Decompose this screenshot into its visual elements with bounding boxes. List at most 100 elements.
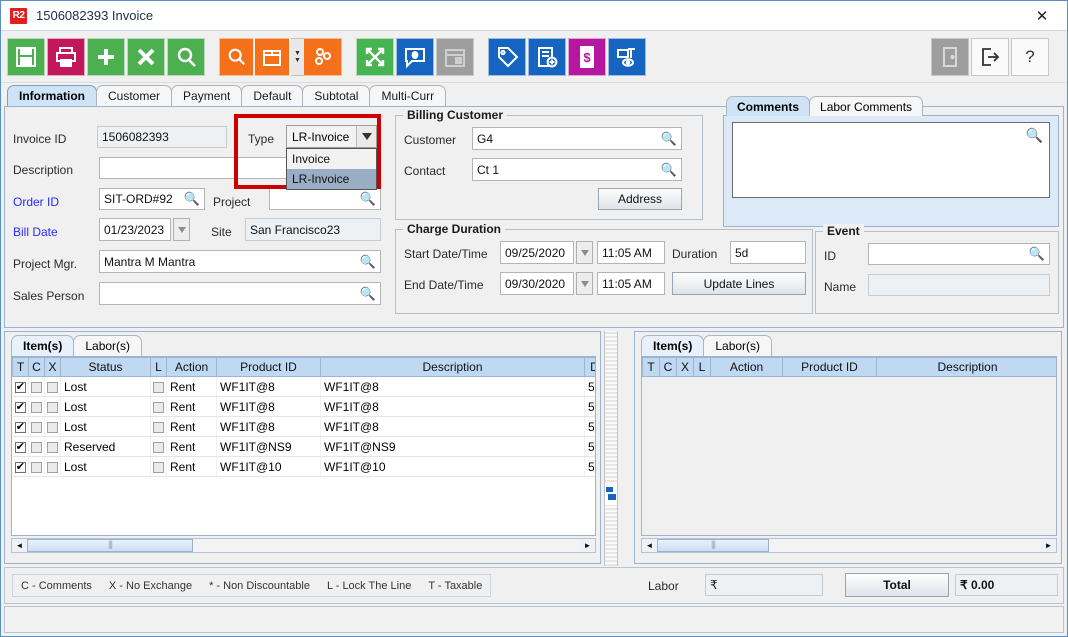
cell-product-id[interactable]: WF1IT@8 bbox=[217, 377, 321, 397]
start-date-dropdown-button[interactable] bbox=[576, 241, 593, 264]
product-options-spinner[interactable]: ▼ ▼ bbox=[291, 38, 304, 76]
table-row[interactable]: Reserved Rent WF1IT@NS9 WF1IT@NS9 50 bbox=[13, 437, 597, 457]
order-id-field[interactable]: SIT-ORD#92 🔍 bbox=[99, 188, 205, 210]
cell-c[interactable] bbox=[29, 377, 45, 397]
cell-product-id[interactable]: WF1IT@10 bbox=[217, 457, 321, 477]
left-scroll-track[interactable] bbox=[27, 539, 580, 552]
kit-button[interactable] bbox=[304, 38, 342, 76]
checkbox-no-exchange[interactable] bbox=[47, 402, 58, 413]
type-combobox[interactable]: LR-Invoice bbox=[286, 125, 377, 148]
end-date-dropdown-button[interactable] bbox=[576, 272, 593, 295]
sales-person-field[interactable]: 🔍 bbox=[99, 282, 381, 305]
bill-date-label[interactable]: Bill Date bbox=[13, 225, 58, 239]
event-name-field[interactable] bbox=[868, 274, 1050, 296]
col-t[interactable]: T bbox=[13, 358, 29, 377]
cell-t[interactable] bbox=[13, 377, 29, 397]
lock-button[interactable] bbox=[931, 38, 969, 76]
type-option-lr-invoice[interactable]: LR-Invoice bbox=[287, 169, 376, 189]
labor-amount-field[interactable]: ₹ bbox=[705, 574, 823, 596]
search-icon[interactable]: 🔍 bbox=[1026, 127, 1043, 144]
cell-l[interactable] bbox=[151, 377, 167, 397]
bill-date-field[interactable]: 01/23/2023 bbox=[99, 218, 171, 241]
cell-l[interactable] bbox=[151, 417, 167, 437]
cell-description[interactable]: WF1IT@8 bbox=[321, 397, 585, 417]
currency-button[interactable]: $ bbox=[568, 38, 606, 76]
cell-d[interactable]: 50 bbox=[585, 457, 597, 477]
search-button[interactable] bbox=[167, 38, 205, 76]
cell-l[interactable] bbox=[151, 457, 167, 477]
left-items-table[interactable]: T C X Status L Action Product ID Descrip… bbox=[11, 356, 596, 536]
cell-d[interactable]: 50 bbox=[585, 437, 597, 457]
expand-button[interactable] bbox=[356, 38, 394, 76]
col-action[interactable]: Action bbox=[167, 358, 217, 377]
right-grid-hscrollbar[interactable]: ◄ ► bbox=[641, 538, 1057, 553]
col-product-id[interactable]: Product ID bbox=[217, 358, 321, 377]
left-scroll-thumb[interactable] bbox=[27, 539, 193, 552]
left-tab-labors[interactable]: Labor(s) bbox=[73, 335, 142, 356]
end-time-field[interactable]: 11:05 AM bbox=[597, 272, 665, 295]
address-button[interactable]: Address bbox=[598, 188, 682, 210]
comments-textarea[interactable]: 🔍 bbox=[732, 122, 1050, 198]
type-option-invoice[interactable]: Invoice bbox=[287, 149, 376, 169]
col-l[interactable]: L bbox=[151, 358, 167, 377]
tab-multi-curr[interactable]: Multi-Curr bbox=[369, 85, 446, 106]
cell-d[interactable]: 50 bbox=[585, 417, 597, 437]
scroll-left-icon[interactable]: ◄ bbox=[12, 539, 27, 552]
cell-c[interactable] bbox=[29, 417, 45, 437]
bill-date-dropdown-button[interactable] bbox=[173, 218, 190, 241]
search-icon[interactable]: 🔍 bbox=[360, 191, 376, 207]
cell-c[interactable] bbox=[29, 397, 45, 417]
type-dropdown-list[interactable]: Invoice LR-Invoice bbox=[286, 148, 377, 190]
cell-description[interactable]: WF1IT@8 bbox=[321, 417, 585, 437]
col-l[interactable]: L bbox=[694, 358, 711, 377]
cell-l[interactable] bbox=[151, 437, 167, 457]
col-status[interactable]: Status bbox=[61, 358, 151, 377]
col-x[interactable]: X bbox=[45, 358, 61, 377]
project-mgr-field[interactable]: Mantra M Mantra 🔍 bbox=[99, 250, 381, 273]
search-icon[interactable]: 🔍 bbox=[661, 162, 677, 178]
col-description[interactable]: Description bbox=[321, 358, 585, 377]
col-t[interactable]: T bbox=[643, 358, 660, 377]
chevron-down-icon[interactable] bbox=[356, 126, 376, 147]
order-id-label[interactable]: Order ID bbox=[13, 195, 59, 209]
search-icon[interactable]: 🔍 bbox=[360, 254, 376, 270]
right-scroll-thumb[interactable] bbox=[657, 539, 769, 552]
checkbox-lock[interactable] bbox=[153, 382, 164, 393]
tab-customer[interactable]: Customer bbox=[96, 85, 172, 106]
checkbox-taxable[interactable] bbox=[15, 442, 26, 453]
checkbox-lock[interactable] bbox=[153, 402, 164, 413]
site-field[interactable]: San Francisco23 bbox=[245, 218, 381, 241]
checkbox-no-exchange[interactable] bbox=[47, 462, 58, 473]
checkbox-comments[interactable] bbox=[31, 422, 42, 433]
exit-button[interactable] bbox=[971, 38, 1009, 76]
table-row[interactable]: Lost Rent WF1IT@8 WF1IT@8 50 bbox=[13, 377, 597, 397]
checkbox-lock[interactable] bbox=[153, 422, 164, 433]
col-action[interactable]: Action bbox=[711, 358, 783, 377]
update-lines-button[interactable]: Update Lines bbox=[672, 272, 806, 295]
search-icon[interactable]: 🔍 bbox=[184, 191, 200, 207]
print-button[interactable] bbox=[47, 38, 85, 76]
cell-t[interactable] bbox=[13, 457, 29, 477]
table-row[interactable]: Lost Rent WF1IT@8 WF1IT@8 50 bbox=[13, 417, 597, 437]
checkbox-no-exchange[interactable] bbox=[47, 422, 58, 433]
scroll-right-icon[interactable]: ► bbox=[1041, 539, 1056, 552]
cell-d[interactable]: 50 bbox=[585, 377, 597, 397]
panel-splitter[interactable] bbox=[604, 331, 618, 566]
cell-action[interactable]: Rent bbox=[167, 397, 217, 417]
search-icon[interactable]: 🔍 bbox=[661, 131, 677, 147]
product-search-button[interactable] bbox=[219, 38, 253, 76]
col-d[interactable]: D bbox=[585, 358, 597, 377]
scroll-left-icon[interactable]: ◄ bbox=[642, 539, 657, 552]
calendar-button[interactable] bbox=[436, 38, 474, 76]
search-icon[interactable]: 🔍 bbox=[1029, 246, 1045, 262]
start-date-field[interactable]: 09/25/2020 bbox=[500, 241, 574, 264]
help-button[interactable]: ? bbox=[1011, 38, 1049, 76]
left-tab-items[interactable]: Item(s) bbox=[11, 335, 74, 356]
right-items-table[interactable]: T C X L Action Product ID Description bbox=[641, 356, 1057, 536]
cell-action[interactable]: Rent bbox=[167, 377, 217, 397]
splitter-handle[interactable] bbox=[605, 483, 617, 505]
end-date-field[interactable]: 09/30/2020 bbox=[500, 272, 574, 295]
cell-description[interactable]: WF1IT@NS9 bbox=[321, 437, 585, 457]
add-button[interactable] bbox=[87, 38, 125, 76]
right-scroll-track[interactable] bbox=[657, 539, 1041, 552]
